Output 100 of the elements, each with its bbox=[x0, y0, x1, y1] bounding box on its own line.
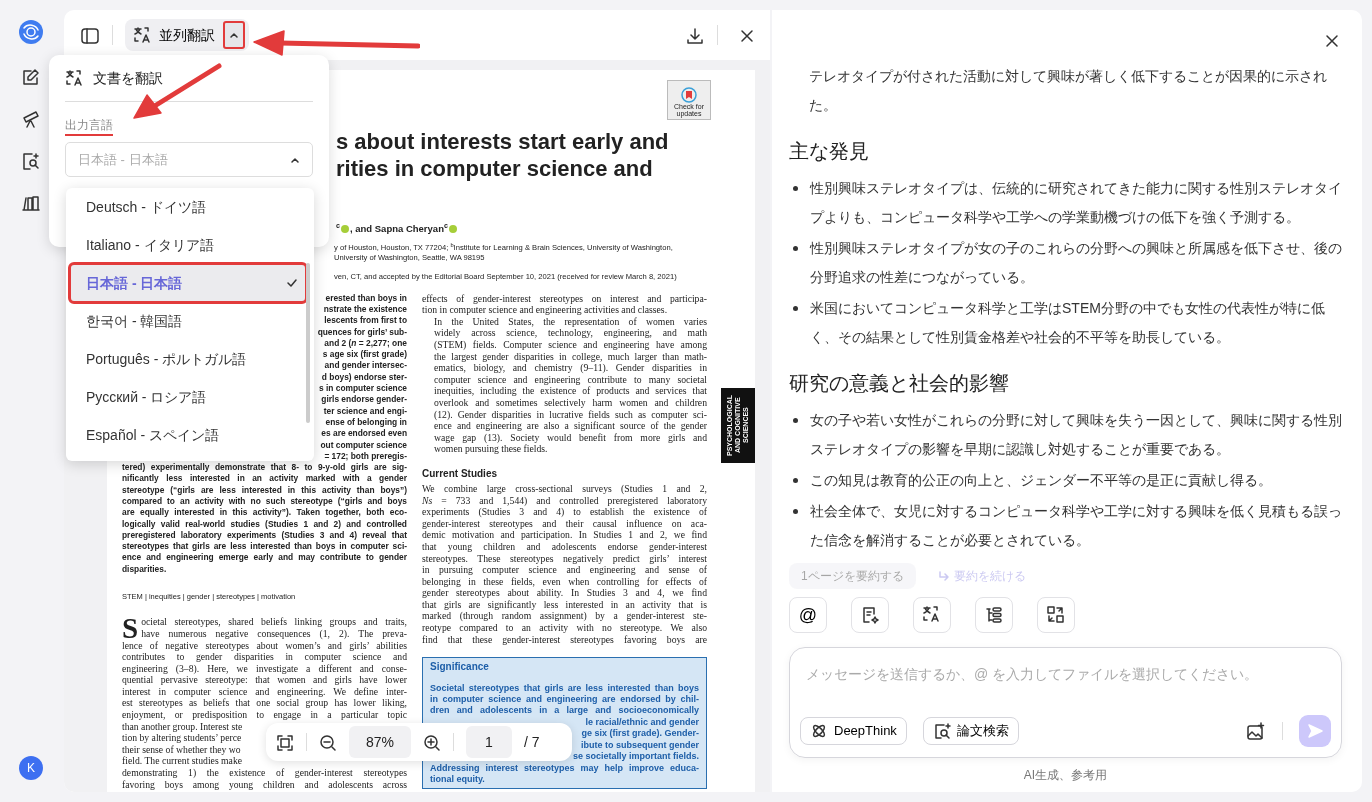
text-line-fragment: ge six (first grade). Gender- bbox=[581, 728, 699, 740]
tool-button[interactable] bbox=[975, 597, 1013, 633]
bullet-text: 社会全体で、女児に対するコンピュータ科学や工学に対する興味を低く見積もる誤った信念を解消することが必要とされている。 bbox=[810, 502, 1342, 549]
app-logo-icon bbox=[18, 19, 44, 45]
abstract-line-fragment: ense of belonging in bbox=[325, 416, 407, 429]
text-line-fragment: their sense of whether they wo bbox=[122, 743, 241, 756]
abstract-line-fragment: and gender intersec- bbox=[324, 360, 407, 372]
document-search-icon bbox=[932, 722, 951, 740]
abstract-line-fragment: lescents from first to bbox=[324, 315, 407, 327]
bookmark-icon bbox=[681, 87, 697, 103]
user-avatar[interactable]: K bbox=[19, 756, 43, 780]
abstract-line-fragment: = 172; both preregis- bbox=[324, 450, 407, 463]
download-icon bbox=[685, 25, 705, 46]
tool-button[interactable] bbox=[851, 597, 889, 633]
send-icon bbox=[1307, 723, 1323, 739]
tool-button[interactable] bbox=[1037, 597, 1075, 633]
abstract-line-fragment: erested than boys in bbox=[325, 292, 407, 304]
sidebar-icon bbox=[80, 25, 100, 46]
orcid-icon bbox=[448, 225, 457, 234]
page-number-field[interactable]: 1 bbox=[466, 726, 512, 758]
text-line-fragment: ibute to subsequent gender bbox=[581, 739, 699, 752]
image-button[interactable] bbox=[1246, 719, 1266, 743]
zoom-out-icon bbox=[319, 733, 337, 752]
caret-icon bbox=[229, 30, 239, 40]
translate-document-item[interactable]: 文書を翻訳 bbox=[65, 67, 313, 89]
abstract-line-fragment: s age six (first grade) bbox=[322, 349, 407, 361]
abstract-line-fragment: ter science and engi- bbox=[323, 405, 407, 417]
bullet-icon bbox=[793, 246, 798, 251]
document-search-icon[interactable] bbox=[21, 151, 41, 171]
abstract-paragraph: tered) experimentally demonstrate that 8- to 9-y-old girls are sig- nificantly less interested in an activity marked with a gender stereotype (“girls are less interested in this activity than boys”) compared to an activity with no such stereotype (“girls and boys are equally interested in this activity”). Taken together, both eco- logically valid real-world studies (Studies 1 and 2) and controlled preregistered laboratory experiments (Studies 3 and 4) reveal that stereotypes that girls are less interested than boys in computer sci- ence and engineering emerge early and may contribute to gender disparities. bbox=[122, 462, 407, 576]
abstract-line-fragment: nstrate the existence bbox=[323, 303, 407, 316]
translate-icon bbox=[133, 26, 151, 44]
mode-button[interactable]: DeepThink bbox=[800, 717, 907, 745]
bullet-text: 性別興味ステレオタイプは、伝統的に研究されてきた能力に関する性別ステレオタイプよりも、コンピュータ科学や工学への学業動機づけの低下を強く予測する。 bbox=[810, 179, 1342, 227]
tool-button[interactable] bbox=[913, 597, 951, 633]
body-paragraph: demonstrating 1) the existence of gender-interest stereotypes favoring boys among young children and adolescents across bbox=[122, 767, 407, 791]
bullet-icon bbox=[793, 186, 798, 191]
text-line-fragment: than another group. Interest ste bbox=[122, 720, 243, 733]
translate-icon bbox=[922, 605, 942, 625]
orcid-icon bbox=[340, 225, 349, 234]
atom-icon bbox=[810, 722, 828, 740]
language-option[interactable]: Español - スペイン語 bbox=[70, 416, 306, 454]
bullet-icon bbox=[793, 509, 798, 514]
message-field[interactable]: メッセージを送信するか、@ を入力してファイルを選択してください。 DeepThink 論文検索 bbox=[789, 647, 1342, 758]
bullet-text: 女の子や若い女性がこれらの分野に対して興味を失う一因として、興味に関する性別ステレオタイプの影響を早期に認識し対処することが重要である。 bbox=[810, 411, 1342, 459]
outline-icon bbox=[984, 605, 1004, 625]
bullet-icon bbox=[793, 418, 798, 423]
close-icon bbox=[1324, 32, 1340, 49]
page-total: / 7 bbox=[524, 732, 540, 752]
text-line-fragment: field. The current studies make bbox=[122, 755, 243, 768]
bullet-icon bbox=[793, 478, 798, 483]
abstract-line-fragment: and 2 (n = 2,277; one bbox=[324, 337, 407, 350]
image-icon bbox=[1246, 721, 1266, 742]
language-option[interactable]: Italiano - イタリア語 bbox=[70, 226, 306, 264]
author-name: , and Sapna Cheryan$^{c}$ bbox=[349, 222, 448, 236]
edit-icon[interactable] bbox=[21, 67, 41, 87]
text-line-fragment: se societally important fields. bbox=[572, 751, 699, 763]
bullet-text: 米国においてコンピュータ科学と工学はSTEM分野の中でも女性の代表性が特に低く、その結果として性別賃金格差や社会的不平等を助長している。 bbox=[810, 299, 1326, 347]
section-heading: 研究の意義と社会的影響 bbox=[789, 371, 1010, 396]
tool-button[interactable]: @ bbox=[789, 597, 827, 633]
language-option[interactable]: 한국어 - 韓国語 bbox=[70, 302, 306, 340]
abstract-line-fragment: out computer science bbox=[320, 439, 407, 451]
section-heading: Current Studies bbox=[422, 466, 498, 481]
language-option[interactable]: Deutsch - ドイツ語 bbox=[70, 188, 306, 226]
expand-caret-button[interactable] bbox=[223, 21, 245, 49]
significance-text: Addressing interest stereotypes may help improve educa- tional equity. bbox=[430, 762, 699, 786]
abstract-line-fragment: d boys) endorse ster- bbox=[321, 371, 407, 383]
section-heading: 主な発見 bbox=[789, 139, 870, 164]
summary-icon bbox=[860, 605, 880, 625]
bullet-text: 性別興味ステレオタイプが女の子のこれらの分野への興味と所属感を低下させ、後の分野追求の性差につながっている。 bbox=[810, 239, 1342, 287]
abstract-line-fragment: es are endorsed even bbox=[321, 428, 407, 440]
text-line-fragment: tion by altering students’ perce bbox=[122, 732, 242, 744]
zoom-level[interactable]: 87% bbox=[349, 726, 411, 758]
abstract-line-fragment: s in computer science bbox=[319, 383, 407, 395]
library-icon[interactable] bbox=[21, 193, 41, 213]
zoom-in-icon bbox=[423, 733, 441, 752]
return-arrow-icon bbox=[937, 570, 950, 582]
body-paragraph: In the United States, the representation of women varies widely across science, technology, engineering, and math (STEM) fields. Computer science and engineering have among the largest gender disparities in college, much larger than math- ematics, biology, and chemistry (9–11). Gender disparities in computer science and engineering contribute to many societal inequities, including the existence of products and services that overlook and sometimes selectively harm women and children (12). Gender disparities in lucrative fields such as computer sci- ence and engineering are also a significant source of the gender wage gap (13). Society would benefit from more girls and women pursuing these fields. bbox=[433, 315, 707, 455]
abstract-line-fragment: quences for girls’ sub- bbox=[317, 326, 407, 338]
significance-title: Significance bbox=[430, 661, 490, 673]
text-line-fragment: le racial/ethnic and gender bbox=[585, 716, 699, 729]
paper-title: s about interests start early and rities in computer science and bbox=[336, 128, 669, 182]
bullet-text: この知見は教育的公正の向上と、ジェンダー不平等の是正に貢献し得る。 bbox=[810, 471, 1272, 490]
translate-mode-button[interactable]: 並列翻訳 bbox=[125, 19, 249, 51]
language-option[interactable]: 日本語 - 日本語 bbox=[70, 264, 306, 302]
summary-text: テレオタイプが付された活動に対して興味が著しく低下することが因果的に示された。 bbox=[808, 67, 1328, 115]
mode-button[interactable]: 論文検索 bbox=[922, 717, 1019, 745]
convert-icon bbox=[1046, 605, 1066, 625]
bullet-icon bbox=[793, 306, 798, 311]
output-language-label: 出力言語 bbox=[65, 116, 113, 136]
abstract-line-fragment: girls endorse gender- bbox=[321, 394, 407, 406]
body-paragraph: We combine large cross-sectional surveys (Studies 1 and 2, Ns = 733 and 1,544) and controlled preregistered laboratory experiments (Studies 3 and 4) to establish the existence of gender-interest stereotypes and their causal influence on aca- demic motivation and participation. In Studies 1 and 2, we find that young children and adolescents endorse gender-interest stereotypes. These stereotypes negatively predict girls’ interest in pursuing computer science and engineering and sense of belonging in these fields, even when controlling for effects of gender stereotypes about ability. In Studies 3 and 4, we find that girls are significantly less interested in an activity that is marked (through random assignment) by a gender-interest ste- reotype compared to an activity with no stereotype. We also find that these gender-interest stereotypes favoring boys are bbox=[422, 482, 707, 646]
language-option[interactable]: Português - ポルトガル語 bbox=[70, 340, 306, 378]
translate-icon bbox=[65, 69, 83, 87]
telescope-icon[interactable] bbox=[21, 109, 41, 129]
disclaimer-text: AI生成、参考用 bbox=[1022, 767, 1109, 784]
fit-page-icon bbox=[276, 733, 294, 752]
body-paragraph: effects of gender-interest stereotypes on interest and participa- tion in computer science and engineering activities and classes. bbox=[422, 292, 707, 316]
check-icon bbox=[286, 277, 298, 289]
language-option[interactable]: Русский - ロシア語 bbox=[70, 378, 306, 416]
